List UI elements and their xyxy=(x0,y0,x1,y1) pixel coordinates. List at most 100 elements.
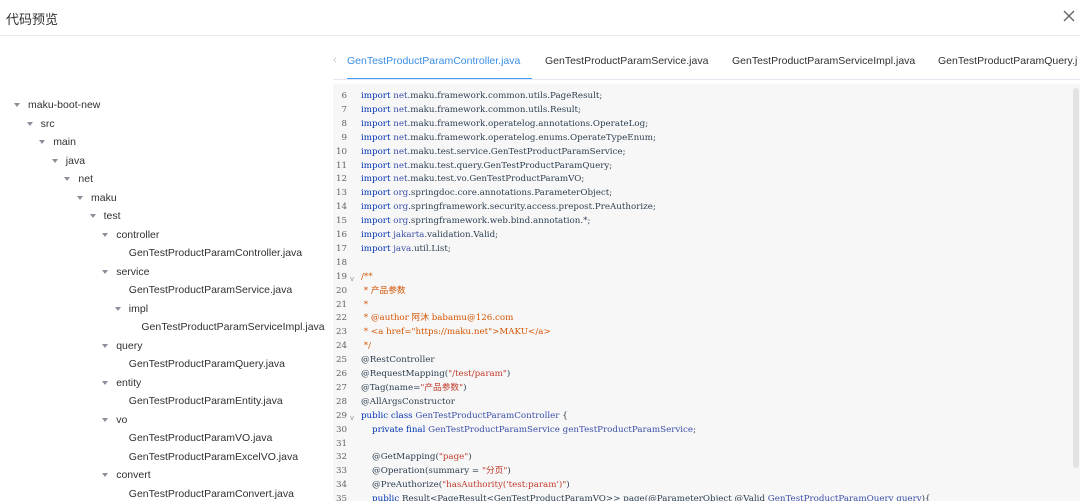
code-text: * <a href="https://maku.net">MAKU</a> xyxy=(361,325,551,339)
code-text: @PreAuthorize("hasAuthority('test:param'… xyxy=(361,478,570,492)
tree-file[interactable]: GenTestProductParamServiceImpl.java xyxy=(127,318,324,336)
code-token: * xyxy=(361,299,369,310)
line-number: 25 xyxy=(335,355,347,366)
code-token: import xyxy=(361,243,394,254)
code-text: @AllArgsConstructor xyxy=(361,395,455,409)
code-token: * 产品参数 xyxy=(361,285,406,296)
tab-4[interactable]: GenTestProductParamQuery.j xyxy=(938,55,1077,67)
tree-folder[interactable]: test xyxy=(89,207,121,225)
caret-down-icon[interactable] xyxy=(102,473,109,477)
tree-folder[interactable]: vo xyxy=(102,411,127,429)
tree-folder[interactable]: convert xyxy=(102,466,151,484)
code-text: /** xyxy=(361,270,373,284)
tree-folder[interactable]: main xyxy=(39,133,76,151)
code-token: /** xyxy=(361,271,373,282)
caret-down-icon[interactable] xyxy=(39,140,46,144)
scrollbar-thumb[interactable] xyxy=(1073,88,1079,468)
code-token: java xyxy=(393,243,412,254)
code-line: 16 import jakarta.validation.Valid; xyxy=(333,228,1073,242)
tree-folder[interactable]: entity xyxy=(102,374,141,392)
tree-file[interactable]: GenTestProductParamConvert.java xyxy=(115,485,294,501)
close-icon[interactable] xyxy=(1062,9,1076,23)
code-text: public class GenTestProductParamControll… xyxy=(361,409,568,423)
code-line: 15 import org.springframework.web.bind.an… xyxy=(333,214,1073,228)
tree-file[interactable]: GenTestProductParamService.java xyxy=(115,281,292,299)
chevron-left-icon[interactable]: ‹ xyxy=(333,54,337,66)
code-token: "产品参数" xyxy=(420,382,464,393)
line-number: 16 xyxy=(335,230,347,240)
tree-folder[interactable]: query xyxy=(102,337,142,355)
code-token: @Tag(name= xyxy=(361,382,421,393)
code-text: @GetMapping("page") xyxy=(361,450,472,464)
code-line: 19 v/** xyxy=(333,270,1073,284)
code-token: net xyxy=(393,104,408,115)
code-token: .maku.test.query.GenTestProductParamQuer… xyxy=(407,160,613,171)
tab-3[interactable]: GenTestProductParamServiceImpl.java xyxy=(732,55,915,67)
code-text: @Tag(name="产品参数") xyxy=(361,381,467,395)
tree-node-label: GenTestProductParamEntity.java xyxy=(128,395,283,407)
caret-down-icon[interactable] xyxy=(26,121,33,126)
code-scrollbar[interactable] xyxy=(1073,84,1079,501)
tree-folder[interactable]: impl xyxy=(114,300,148,318)
code-token: .maku.test.service.GenTestProductParamSe… xyxy=(407,146,626,157)
tree-folder[interactable]: maku-boot-new xyxy=(14,96,100,114)
code-line: 9 import net.maku.framework.operatelog.en… xyxy=(333,131,1073,145)
caret-down-icon[interactable] xyxy=(102,269,109,274)
code-token: import xyxy=(361,118,394,129)
caret-down-icon[interactable] xyxy=(102,417,109,422)
code-text: * 产品参数 xyxy=(361,284,406,298)
code-text: import net.maku.framework.operatelog.enu… xyxy=(361,131,656,145)
code-token: @RequestMapping( xyxy=(361,369,449,379)
code-token: .springframework.web.bind.annotation.*; xyxy=(408,216,591,227)
code-token: ) xyxy=(507,466,511,477)
tree-folder[interactable]: controller xyxy=(102,226,159,244)
caret-down-icon[interactable] xyxy=(89,214,96,218)
tab-1[interactable]: GenTestProductParamController.java xyxy=(347,55,520,67)
code-token: public xyxy=(361,494,402,501)
code-token: import xyxy=(361,146,394,157)
code-token: ) xyxy=(506,369,511,379)
line-number: 29 xyxy=(335,410,347,421)
active-tab-indicator xyxy=(347,78,532,79)
tree-folder[interactable]: service xyxy=(102,263,149,281)
caret-down-icon[interactable] xyxy=(102,232,109,237)
tree-folder[interactable]: net xyxy=(64,170,93,188)
line-number: 10 xyxy=(335,146,347,157)
caret-down-icon[interactable] xyxy=(14,103,20,107)
line-number: 21 xyxy=(335,299,347,310)
tree-file[interactable]: GenTestProductParamQuery.java xyxy=(115,355,285,373)
code-line: 30 private final GenTestProductParamServ… xyxy=(333,423,1073,437)
tab-2[interactable]: GenTestProductParamService.java xyxy=(545,55,708,67)
file-tabs: ‹ GenTestProductParamController.java GenT… xyxy=(333,44,1080,80)
line-number: 14 xyxy=(335,202,347,213)
code-line: 33 @Operation(summary = "分页") xyxy=(333,464,1073,478)
line-number: 11 xyxy=(335,160,347,171)
tree-node-label: controller xyxy=(116,228,160,241)
caret-down-icon[interactable] xyxy=(102,380,109,385)
code-preview[interactable]: 6 import net.maku.framework.common.utils.… xyxy=(333,84,1080,501)
line-number: 7 xyxy=(341,104,347,115)
code-token: import xyxy=(361,202,394,213)
code-line: 21 * xyxy=(333,298,1073,312)
tree-folder[interactable]: maku xyxy=(77,189,117,207)
code-line: 10 import net.maku.test.service.GenTestPr… xyxy=(333,145,1073,159)
code-line: 7 import net.maku.framework.common.utils.… xyxy=(333,103,1073,117)
tree-file[interactable]: GenTestProductParamController.java xyxy=(115,244,302,262)
code-token: "hasAuthority('test:param')" xyxy=(442,480,567,491)
tree-folder[interactable]: src xyxy=(26,115,55,133)
code-text: @RequestMapping("/test/param") xyxy=(361,367,510,381)
code-token: .maku.framework.operatelog.enums.Operate… xyxy=(407,132,656,143)
line-number: 23 xyxy=(335,327,347,338)
tree-folder[interactable]: java xyxy=(51,152,85,170)
caret-down-icon[interactable] xyxy=(114,306,121,311)
tree-file[interactable]: GenTestProductParamExcelVO.java xyxy=(115,448,298,466)
tree-file[interactable]: GenTestProductParamVO.java xyxy=(115,429,273,447)
code-text: import net.maku.framework.common.utils.R… xyxy=(361,103,581,117)
tree-file[interactable]: GenTestProductParamEntity.java xyxy=(115,392,283,410)
line-number: 28 xyxy=(335,396,347,407)
caret-down-icon[interactable] xyxy=(51,158,58,163)
caret-down-icon[interactable] xyxy=(102,343,109,348)
caret-down-icon[interactable] xyxy=(64,177,71,181)
caret-down-icon[interactable] xyxy=(77,195,83,200)
code-token: GenTestProductParamQuery query xyxy=(767,494,922,501)
